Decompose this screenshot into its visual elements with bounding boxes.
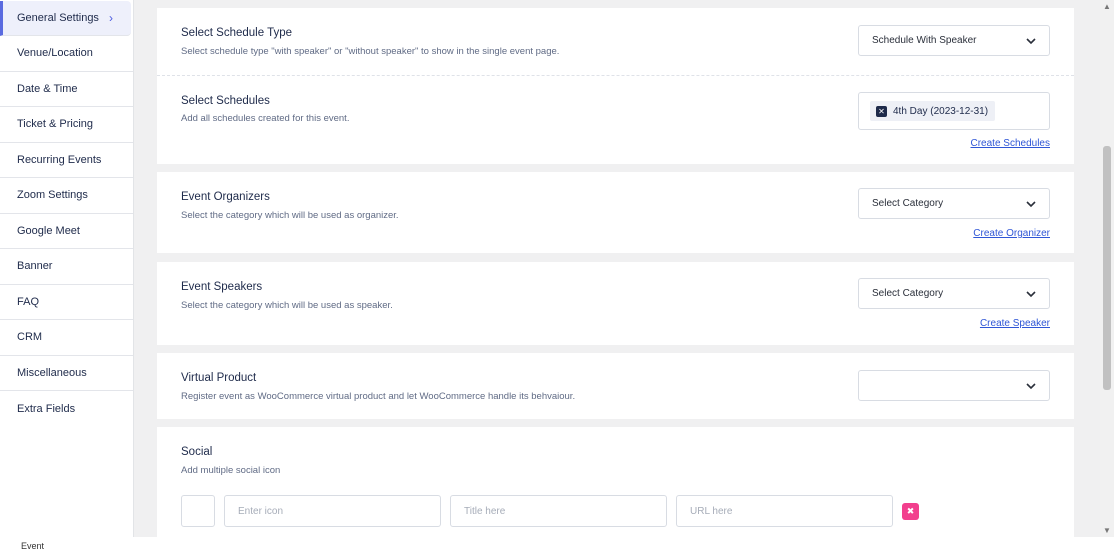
schedules-multiselect[interactable]: ✕ 4th Day (2023-12-31) [858, 92, 1050, 130]
sidebar-item-label: Extra Fields [17, 402, 76, 415]
sidebar-item-ticket-pricing[interactable]: Ticket & Pricing [0, 107, 133, 143]
virtual-product-card: Virtual Product Register event as WooCom… [157, 353, 1074, 419]
create-organizer-link[interactable]: Create Organizer [973, 228, 1050, 239]
footer-label: Event [0, 537, 1114, 550]
virtual-product-title: Virtual Product [181, 372, 257, 384]
social-card: Social Add multiple social icon Enter ic… [157, 427, 1074, 537]
sidebar-item-label: Zoom Settings [17, 189, 88, 202]
schedules-title: Select Schedules [181, 95, 270, 107]
sidebar-item-general-settings[interactable]: General Settings › [0, 1, 131, 36]
sidebar-item-miscellaneous[interactable]: Miscellaneous [0, 356, 133, 391]
virtual-product-desc: Register event as WooCommerce virtual pr… [181, 391, 576, 402]
chevron-down-icon [1026, 291, 1036, 298]
settings-main: Select Schedule Type Select schedule typ… [150, 0, 1082, 537]
chevron-down-icon [1026, 38, 1036, 45]
sidebar-item-label: Miscellaneous [17, 366, 87, 379]
settings-sidebar: General Settings › Venue/Location Date &… [0, 0, 134, 537]
sidebar-item-google-meet[interactable]: Google Meet [0, 214, 133, 249]
chevron-down-icon [1026, 201, 1036, 208]
speakers-desc: Select the category which will be used a… [181, 300, 393, 311]
schedule-type-select[interactable]: Schedule With Speaker [858, 25, 1050, 56]
select-value: Select Category [872, 198, 944, 209]
scrollbar-thumb[interactable] [1103, 146, 1111, 390]
sidebar-item-recurring-events[interactable]: Recurring Events [0, 143, 133, 178]
remove-tag-icon[interactable]: ✕ [876, 105, 887, 117]
speakers-title: Event Speakers [181, 281, 263, 293]
sidebar-item-label: Recurring Events [17, 153, 102, 166]
sidebar-item-label: Date & Time [17, 82, 78, 95]
schedules-desc: Add all schedules created for this event… [181, 113, 350, 124]
sidebar-item-label: Google Meet [17, 224, 80, 237]
tag-label: 4th Day (2023-12-31) [893, 105, 989, 117]
sidebar-item-label: Banner [17, 260, 53, 273]
organizers-select[interactable]: Select Category [858, 188, 1050, 219]
sidebar-item-label: Venue/Location [17, 47, 93, 60]
speakers-select[interactable]: Select Category [858, 278, 1050, 309]
sidebar-item-faq[interactable]: FAQ [0, 285, 133, 320]
schedule-card: Select Schedule Type Select schedule typ… [157, 8, 1074, 164]
scroll-down-icon[interactable]: ▼ [1103, 526, 1111, 535]
sidebar-item-label: Ticket & Pricing [17, 118, 94, 131]
virtual-product-select[interactable] [858, 370, 1050, 401]
select-value: Select Category [872, 288, 944, 299]
chevron-down-icon [1026, 383, 1036, 390]
sidebar-item-label: CRM [17, 331, 43, 344]
create-speaker-link[interactable]: Create Speaker [980, 318, 1050, 329]
organizers-desc: Select the category which will be used a… [181, 210, 399, 221]
icon-preview-box[interactable] [181, 495, 215, 527]
organizers-card: Event Organizers Select the category whi… [157, 172, 1074, 253]
vertical-scrollbar[interactable]: ▲ ▼ [1100, 0, 1114, 537]
url-input[interactable]: URL here [676, 495, 893, 527]
sidebar-item-banner[interactable]: Banner [0, 249, 133, 285]
sidebar-item-label: General Settings [17, 12, 99, 24]
sidebar-item-extra-fields[interactable]: Extra Fields [0, 391, 133, 427]
speakers-card: Event Speakers Select the category which… [157, 262, 1074, 345]
sidebar-item-crm[interactable]: CRM [0, 320, 133, 356]
icon-input[interactable]: Enter icon [224, 495, 441, 527]
chevron-right-icon: › [109, 11, 113, 25]
sidebar-item-label: FAQ [17, 295, 40, 308]
select-value: Schedule With Speaker [872, 35, 977, 46]
divider [157, 75, 1074, 76]
schedule-type-desc: Select schedule type "with speaker" or "… [181, 46, 560, 57]
delete-row-button[interactable]: ✖ [902, 503, 919, 520]
scroll-up-icon[interactable]: ▲ [1103, 2, 1111, 11]
organizers-title: Event Organizers [181, 191, 270, 203]
sidebar-item-venue-location[interactable]: Venue/Location [0, 36, 133, 72]
schedule-tag: ✕ 4th Day (2023-12-31) [870, 101, 996, 121]
social-desc: Add multiple social icon [181, 465, 281, 476]
sidebar-item-zoom-settings[interactable]: Zoom Settings [0, 178, 133, 214]
create-schedules-link[interactable]: Create Schedules [971, 138, 1051, 149]
title-input[interactable]: Title here [450, 495, 667, 527]
sidebar-item-date-time[interactable]: Date & Time [0, 72, 133, 107]
social-title: Social [181, 446, 213, 458]
schedule-type-title: Select Schedule Type [181, 27, 293, 39]
